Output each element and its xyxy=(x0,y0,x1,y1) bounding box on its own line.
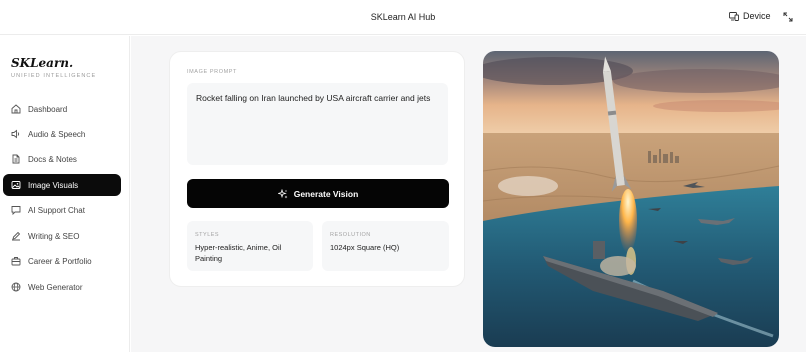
prompt-textarea[interactable]: Rocket falling on Iran launched by USA a… xyxy=(187,83,448,165)
sparkle-icon xyxy=(277,188,288,198)
sidebar-item-audio-speech[interactable]: Audio & Speech xyxy=(3,123,121,145)
sidebar: SKLearn. UNIFIED INTELLIGENCE Dashboard … xyxy=(0,36,130,352)
sidebar-item-label: Dashboard xyxy=(28,104,68,114)
prompt-card: IMAGE PROMPT Rocket falling on Iran laun… xyxy=(169,51,465,287)
app-header: SKLearn AI Hub Device xyxy=(0,0,806,35)
sidebar-item-label: Career & Portfolio xyxy=(28,256,92,266)
prompt-label: IMAGE PROMPT xyxy=(187,69,237,75)
briefcase-icon xyxy=(11,257,21,266)
sidebar-item-label: Web Generator xyxy=(28,282,83,292)
sidebar-item-image-visuals[interactable]: Image Visuals xyxy=(3,174,121,196)
resolution-option[interactable]: RESOLUTION 1024px Square (HQ) xyxy=(322,221,449,271)
speaker-icon xyxy=(11,129,20,139)
styles-option[interactable]: STYLES Hyper-realistic, Anime, Oil Paint… xyxy=(187,221,313,271)
sidebar-item-ai-support-chat[interactable]: AI Support Chat xyxy=(3,199,121,221)
generate-vision-label: Generate Vision xyxy=(293,188,359,199)
sidebar-item-label: Writing & SEO xyxy=(28,231,80,241)
expand-arrows-icon[interactable] xyxy=(782,11,794,23)
brand-tagline: UNIFIED INTELLIGENCE xyxy=(11,73,97,79)
document-icon xyxy=(12,154,20,164)
chat-icon xyxy=(11,206,21,215)
sidebar-item-career-portfolio[interactable]: Career & Portfolio xyxy=(3,250,121,272)
brand-logo: SKLearn. xyxy=(11,56,74,70)
sidebar-item-writing-seo[interactable]: Writing & SEO xyxy=(3,225,121,247)
sidebar-item-label: Audio & Speech xyxy=(28,129,86,139)
generated-image xyxy=(483,51,779,347)
styles-value: Hyper-realistic, Anime, Oil Painting xyxy=(195,243,282,263)
main-content: IMAGE PROMPT Rocket falling on Iran laun… xyxy=(131,36,806,352)
styles-label: STYLES xyxy=(195,232,220,238)
sidebar-item-docs-notes[interactable]: Docs & Notes xyxy=(3,148,121,170)
monitor-phone-icon xyxy=(729,11,739,21)
resolution-label: RESOLUTION xyxy=(330,232,371,238)
generate-vision-button[interactable]: Generate Vision xyxy=(187,179,449,208)
sidebar-item-web-generator[interactable]: Web Generator xyxy=(3,276,121,298)
device-label: Device xyxy=(743,11,771,21)
device-toggle[interactable]: Device xyxy=(729,11,771,21)
app-title: SKLearn AI Hub xyxy=(370,12,436,22)
pen-icon xyxy=(12,231,21,241)
sidebar-item-label: Docs & Notes xyxy=(28,154,77,164)
home-icon xyxy=(11,104,21,114)
sidebar-item-dashboard[interactable]: Dashboard xyxy=(3,98,121,120)
generated-image-render xyxy=(483,51,779,347)
globe-icon xyxy=(11,282,21,292)
image-icon xyxy=(11,181,21,189)
sidebar-item-label: AI Support Chat xyxy=(28,205,85,215)
sidebar-item-label: Image Visuals xyxy=(28,180,79,190)
resolution-value: 1024px Square (HQ) xyxy=(330,243,400,252)
